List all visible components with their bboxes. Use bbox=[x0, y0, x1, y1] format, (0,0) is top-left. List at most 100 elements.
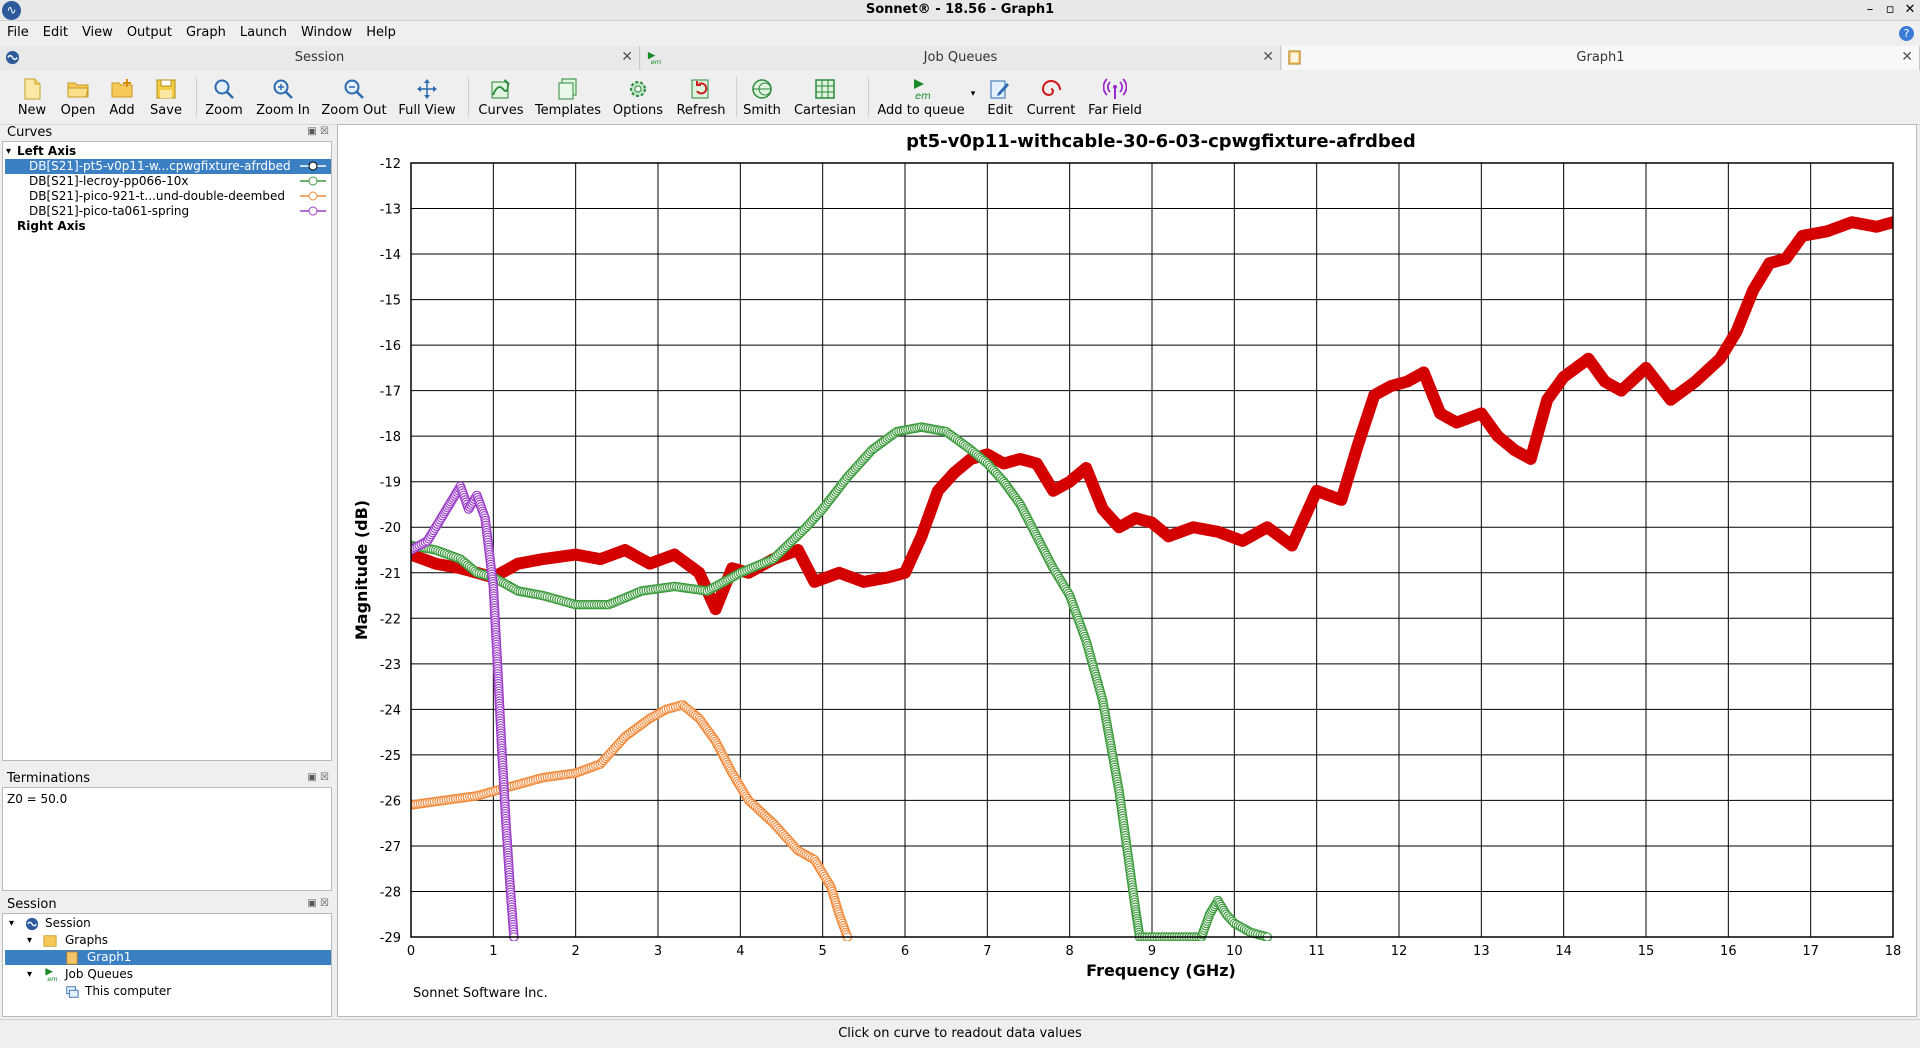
tab-session[interactable]: Session ✕ bbox=[0, 46, 640, 70]
y-tick-label: -15 bbox=[380, 294, 401, 309]
current-label: Current bbox=[1026, 103, 1076, 118]
cartesian-label: Cartesian bbox=[793, 103, 857, 118]
tab-job-queues[interactable]: em Job Queues ✕ bbox=[641, 46, 1281, 70]
templates-button[interactable]: Templates bbox=[534, 73, 602, 123]
x-tick-label: 10 bbox=[1226, 944, 1243, 959]
y-tick-label: -25 bbox=[380, 749, 401, 764]
y-tick-label: -17 bbox=[380, 385, 401, 400]
x-tick-label: 17 bbox=[1802, 944, 1819, 959]
expand-arrow-icon[interactable]: ▾ bbox=[27, 967, 32, 982]
svg-text:em: em bbox=[915, 91, 931, 101]
toolbar-separator bbox=[468, 77, 469, 117]
menu-help[interactable]: Help bbox=[359, 22, 403, 40]
tab-close-icon[interactable]: ✕ bbox=[1262, 49, 1274, 65]
menu-launch[interactable]: Launch bbox=[233, 22, 294, 40]
full-view-button[interactable]: Full View bbox=[396, 73, 458, 123]
save-button[interactable]: Save bbox=[146, 73, 186, 123]
x-tick-label: 15 bbox=[1638, 944, 1655, 959]
panel-float-close-icon[interactable]: ▣ ☒ bbox=[307, 126, 329, 137]
job-queues-node[interactable]: Job Queues bbox=[65, 967, 331, 982]
close-icon[interactable]: ✕ bbox=[1900, 1, 1920, 19]
curves-icon bbox=[491, 79, 510, 99]
maximize-icon[interactable]: ▫ bbox=[1880, 1, 1900, 19]
zoom-in-icon bbox=[273, 79, 293, 99]
x-tick-label: 13 bbox=[1473, 944, 1490, 959]
graphs-node[interactable]: Graphs bbox=[65, 933, 331, 948]
tab-close-icon[interactable]: ✕ bbox=[621, 49, 633, 65]
new-button[interactable]: New bbox=[12, 73, 52, 123]
new-label: New bbox=[17, 103, 47, 118]
y-tick-label: -19 bbox=[380, 476, 401, 491]
x-axis-label: Frequency (GHz) bbox=[1086, 961, 1236, 980]
toolbar-separator bbox=[736, 77, 737, 117]
curve-item[interactable]: DB[S21]-pt5-v0p11-w...cpwgfixture-afrdbe… bbox=[5, 159, 331, 174]
menu-file[interactable]: File bbox=[0, 22, 36, 40]
session-node[interactable]: Session bbox=[45, 916, 331, 931]
y-tick-label: -20 bbox=[380, 521, 401, 536]
curves-button[interactable]: Curves bbox=[476, 73, 526, 123]
panel-float-close-icon[interactable]: ▣ ☒ bbox=[307, 898, 329, 909]
edit-button[interactable]: Edit bbox=[982, 73, 1018, 123]
panel-float-close-icon[interactable]: ▣ ☒ bbox=[307, 772, 329, 783]
add-to-queue-button[interactable]: em Add to queue bbox=[876, 73, 966, 123]
y-tick-label: -27 bbox=[380, 840, 401, 855]
graph1-node[interactable]: Graph1 bbox=[5, 950, 331, 965]
cartesian-button[interactable]: Cartesian bbox=[790, 73, 860, 123]
zoom-out-icon bbox=[344, 79, 364, 99]
expand-arrow-icon[interactable]: ▾ bbox=[6, 144, 11, 159]
smith-button[interactable]: Smith bbox=[742, 73, 782, 123]
zoom-out-button[interactable]: Zoom Out bbox=[320, 73, 388, 123]
refresh-button[interactable]: Refresh bbox=[674, 73, 728, 123]
zoom-in-button[interactable]: Zoom In bbox=[254, 73, 312, 123]
curves-tree: ▾ Left Axis DB[S21]-pt5-v0p11-w...cpwgfi… bbox=[2, 141, 332, 761]
y-tick-label: -26 bbox=[380, 794, 401, 809]
curves-panel-title: Curves bbox=[7, 125, 53, 140]
tab-close-icon[interactable]: ✕ bbox=[1901, 49, 1913, 65]
terminations-panel-title: Terminations bbox=[7, 771, 91, 786]
y-axis-ticks: -12 -13 -14 -15 -16 -17 -18 -19 -20 -21 -22 -23 -24 -… bbox=[380, 157, 401, 946]
tab-graph1[interactable]: Graph1 ✕ bbox=[1282, 46, 1920, 70]
series-2[interactable] bbox=[407, 422, 1273, 941]
curve-item[interactable]: DB[S21]-pico-ta061-spring bbox=[5, 204, 331, 219]
curve-label: DB[S21]-pico-ta061-spring bbox=[29, 204, 190, 218]
curves-panel: Curves ▣ ☒ ▾ Left Axis DB[S21]-pt5-v0p11… bbox=[2, 124, 332, 764]
templates-icon bbox=[558, 78, 577, 100]
x-tick-label: 7 bbox=[983, 944, 991, 959]
expand-arrow-icon[interactable]: ▾ bbox=[9, 916, 14, 931]
menu-view[interactable]: View bbox=[75, 22, 120, 40]
right-axis-node[interactable]: Right Axis bbox=[17, 219, 86, 234]
menu-graph[interactable]: Graph bbox=[179, 22, 233, 40]
computer-icon bbox=[66, 986, 79, 998]
legend-symbol-icon bbox=[300, 176, 326, 186]
series-3[interactable] bbox=[407, 699, 853, 942]
full-view-icon bbox=[417, 79, 437, 99]
menu-output[interactable]: Output bbox=[120, 22, 179, 40]
menu-window[interactable]: Window bbox=[294, 22, 359, 40]
x-tick-label: 0 bbox=[407, 944, 415, 959]
minimize-icon[interactable]: – bbox=[1860, 1, 1880, 19]
zoom-button[interactable]: Zoom bbox=[204, 73, 244, 123]
chart[interactable]: pt5-v0p11-withcable-30-6-03-cpwgfixture-… bbox=[338, 125, 1916, 1016]
menu-edit[interactable]: Edit bbox=[36, 22, 75, 40]
graph-icon bbox=[66, 951, 78, 965]
y-tick-label: -24 bbox=[380, 703, 401, 718]
open-label: Open bbox=[60, 103, 96, 118]
save-icon bbox=[156, 79, 176, 99]
far-field-button[interactable]: Far Field bbox=[1084, 73, 1146, 123]
left-axis-node[interactable]: Left Axis bbox=[17, 144, 76, 159]
y-tick-label: -16 bbox=[380, 339, 401, 354]
curve-item[interactable]: DB[S21]-pico-921-t...und-double-deembed bbox=[5, 189, 331, 204]
help-icon[interactable]: ? bbox=[1899, 26, 1914, 41]
curve-item[interactable]: DB[S21]-lecroy-pp066-10x bbox=[5, 174, 331, 189]
tab-label: Job Queues bbox=[923, 50, 998, 65]
y-tick-label: -14 bbox=[380, 248, 401, 263]
x-tick-label: 14 bbox=[1555, 944, 1572, 959]
add-button[interactable]: Add bbox=[102, 73, 142, 123]
current-button[interactable]: Current bbox=[1024, 73, 1078, 123]
open-button[interactable]: Open bbox=[56, 73, 100, 123]
options-button[interactable]: Options bbox=[610, 73, 666, 123]
this-computer-node[interactable]: This computer bbox=[85, 984, 331, 999]
queue-dropdown-button[interactable]: ▾ bbox=[966, 73, 980, 123]
expand-arrow-icon[interactable]: ▾ bbox=[27, 933, 32, 948]
new-file-icon bbox=[24, 78, 41, 100]
